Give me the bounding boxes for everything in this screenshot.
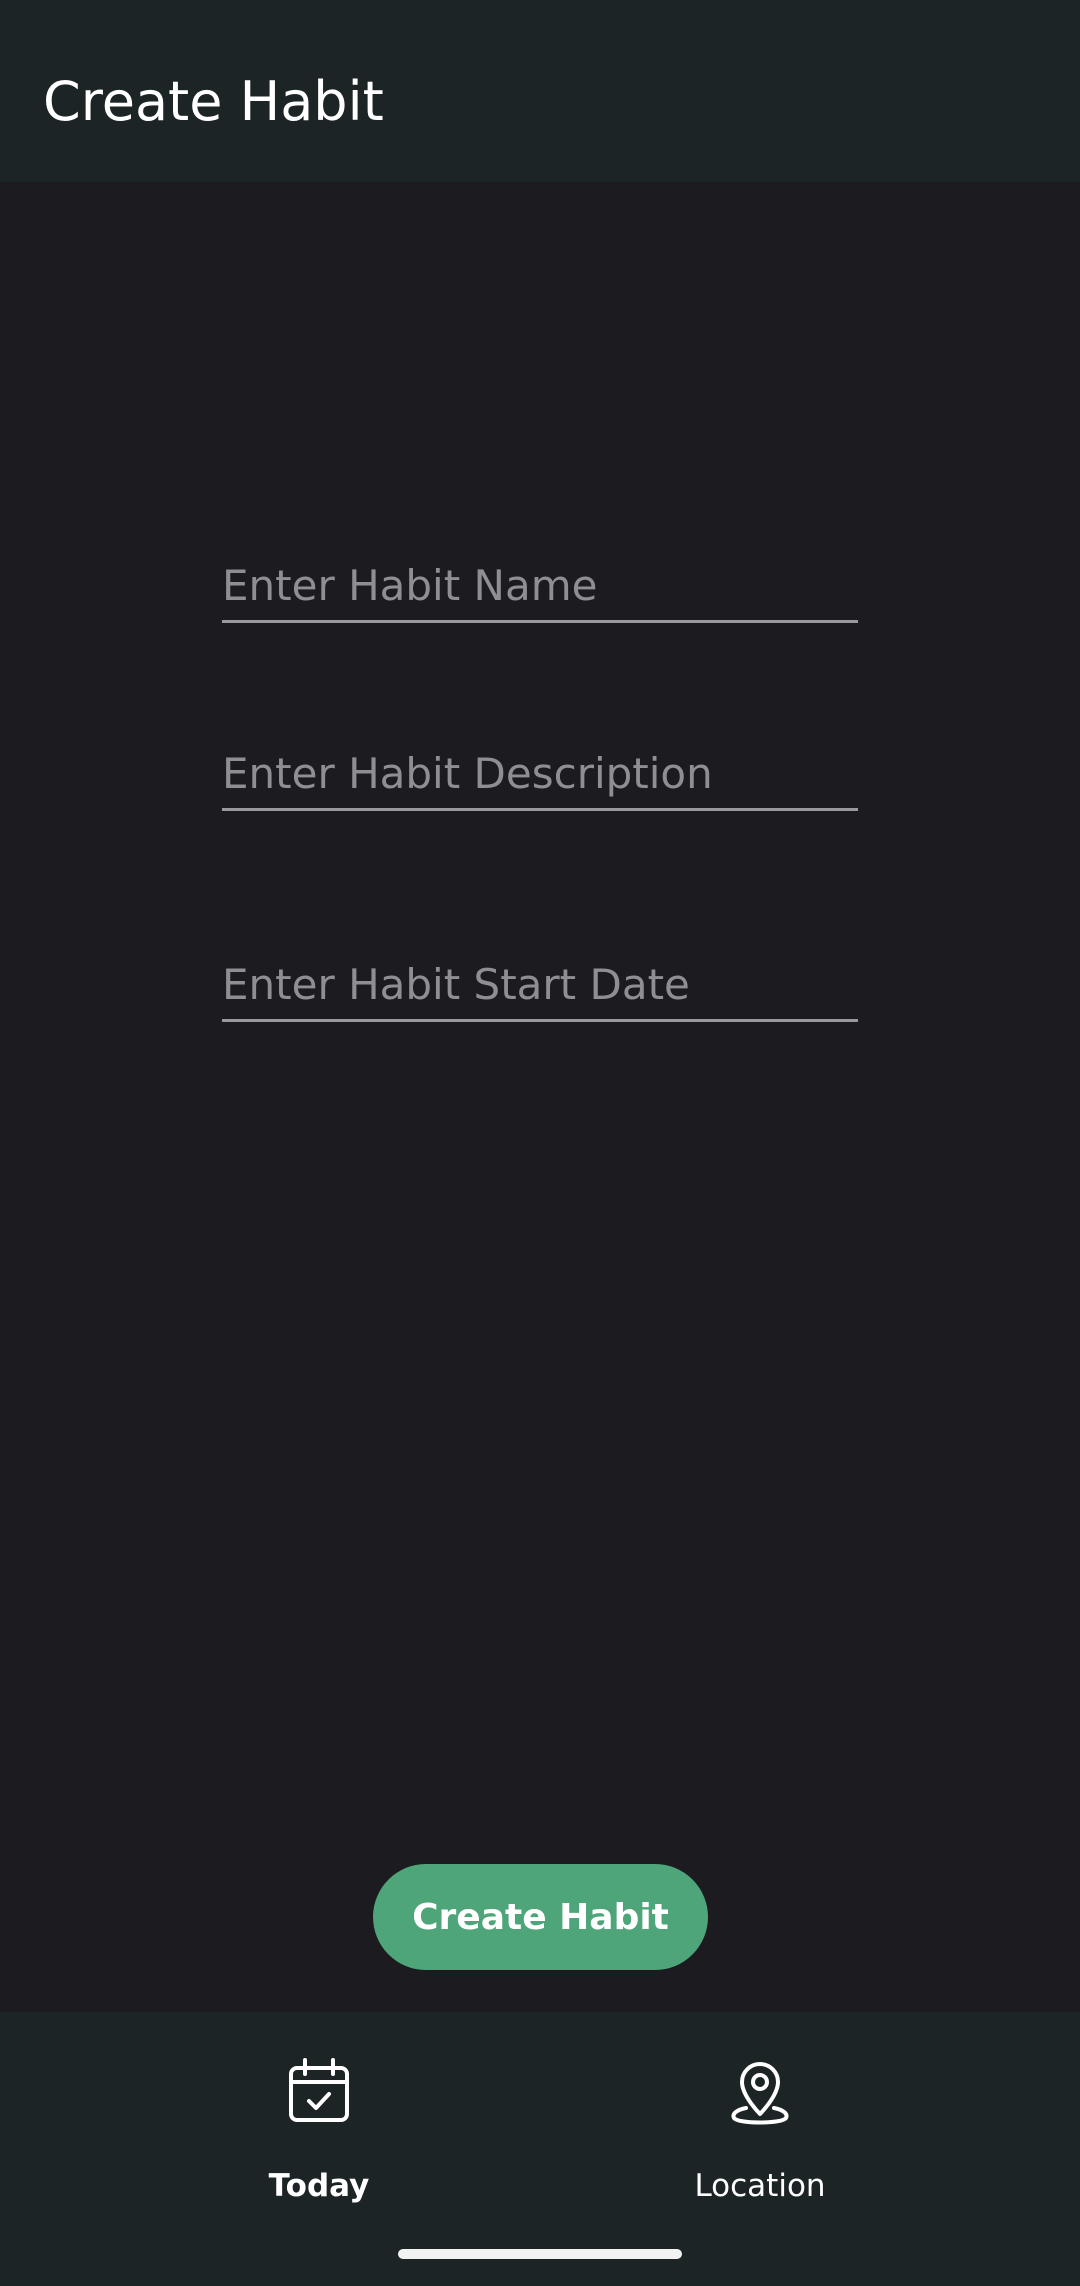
habit-start-date-field[interactable]	[222, 939, 858, 1022]
create-habit-screen: Create Habit Create Habit Today	[0, 0, 1080, 2286]
nav-label-today: Today	[268, 2168, 370, 2204]
app-bar: Create Habit	[0, 0, 1080, 182]
map-pin-icon	[731, 2062, 789, 2125]
habit-start-date-input[interactable]	[222, 960, 858, 1009]
calendar-check-icon	[289, 2058, 349, 2122]
habit-name-field[interactable]	[222, 540, 858, 623]
bottom-navigation: Today Location	[0, 2012, 1080, 2286]
habit-name-input[interactable]	[222, 561, 858, 610]
page-title: Create Habit	[43, 70, 384, 133]
nav-item-location[interactable]: Location	[610, 2042, 910, 2212]
nav-item-today[interactable]: Today	[169, 2042, 469, 2212]
create-habit-button[interactable]: Create Habit	[373, 1864, 708, 1970]
nav-label-location: Location	[694, 2168, 826, 2204]
habit-description-input[interactable]	[222, 749, 858, 798]
habit-description-field[interactable]	[222, 728, 858, 811]
home-indicator	[398, 2249, 682, 2259]
